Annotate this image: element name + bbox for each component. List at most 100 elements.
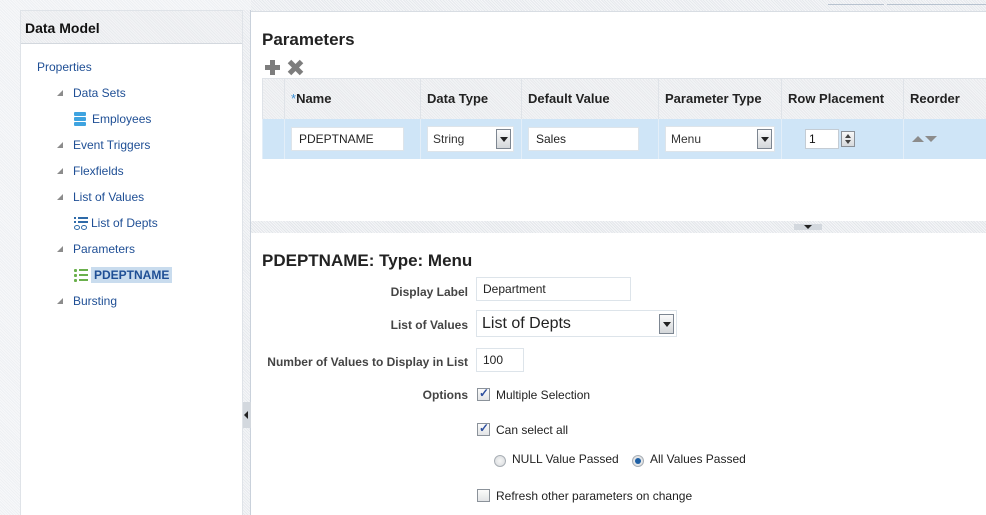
data-type-select[interactable]: String (427, 125, 514, 152)
parameter-detail-title: PDEPTNAME: Type: Menu (262, 251, 473, 270)
column-header-reorder[interactable]: Reorder (903, 78, 986, 119)
horizontal-splitter[interactable] (251, 221, 986, 233)
parameter-type-select[interactable]: Menu (665, 125, 775, 152)
column-label: Data Type (427, 91, 489, 107)
database-icon (74, 112, 86, 126)
column-header-name[interactable]: *Name (284, 78, 421, 119)
tab-indicator (828, 4, 884, 5)
parameter-detail-pane: PDEPTNAME: Type: Menu Display Label List… (251, 233, 986, 515)
multiple-selection-label[interactable]: Multiple Selection (496, 388, 590, 402)
select-value: Menu (671, 131, 702, 146)
tree-item-label: Data Sets (73, 86, 126, 100)
tree-item-parameters[interactable]: Parameters (57, 242, 135, 256)
tree-item-label: Employees (92, 112, 152, 126)
tree-item-label: Event Triggers (73, 138, 151, 152)
expand-triangle-icon[interactable] (57, 246, 63, 252)
select-value: List of Depts (482, 314, 571, 332)
list-of-values-select[interactable]: List of Depts (476, 310, 677, 337)
table-row[interactable]: String Menu 1 (262, 118, 986, 159)
expand-triangle-icon[interactable] (57, 90, 63, 96)
name-cell (284, 118, 421, 159)
tree-item-properties[interactable]: Properties (37, 60, 92, 74)
column-header-row-placement[interactable]: Row Placement (781, 78, 904, 119)
parameter-list-icon (74, 269, 88, 282)
spinner-arrows-icon[interactable] (841, 130, 855, 147)
tree-item-label: Bursting (73, 294, 118, 308)
expand-triangle-icon[interactable] (57, 298, 63, 304)
tree-item-pdeptname[interactable]: PDEPTNAME (74, 267, 173, 283)
expand-triangle-icon[interactable] (57, 168, 63, 174)
tree-item-label: List of Depts (91, 216, 158, 230)
row-selector-header (262, 78, 285, 119)
parameter-type-cell: Menu (658, 118, 782, 159)
chevron-down-icon[interactable] (496, 128, 511, 149)
null-value-passed-radio[interactable] (494, 455, 506, 467)
multiple-selection-checkbox[interactable] (477, 386, 490, 401)
can-select-all-checkbox[interactable] (477, 421, 490, 436)
parameters-toolbar (264, 59, 304, 76)
top-tab-strip (251, 0, 986, 12)
collapse-left-panel-handle[interactable] (243, 402, 251, 428)
list-of-values-icon (74, 216, 88, 230)
table-header-row: *Name Data Type Default Value Parameter … (262, 78, 986, 119)
column-label: Default Value (528, 91, 610, 107)
chevron-down-icon[interactable] (659, 313, 674, 334)
parameter-name-input[interactable] (291, 126, 404, 151)
column-header-default-value[interactable]: Default Value (521, 78, 659, 119)
column-label: Name (296, 91, 332, 107)
tree-item-list-of-values[interactable]: List of Values (57, 190, 144, 204)
chevron-down-icon[interactable] (757, 128, 772, 149)
tree-item-label: List of Values (73, 190, 145, 204)
tree-item-employees[interactable]: Employees (74, 112, 151, 126)
default-value-input[interactable] (528, 126, 639, 151)
null-value-passed-label[interactable]: NULL Value Passed (512, 452, 619, 466)
tree-item-label: PDEPTNAME (91, 267, 173, 283)
data-model-header: Data Model (21, 11, 242, 44)
reorder-cell (903, 118, 986, 159)
num-values-input[interactable] (476, 348, 524, 372)
expand-triangle-icon[interactable] (57, 142, 63, 148)
parameters-pane: Parameters *Name Data Type Default Value… (251, 12, 986, 221)
tree-item-list-of-depts[interactable]: List of Depts (74, 216, 158, 230)
row-placement-input[interactable]: 1 (805, 128, 839, 149)
vertical-splitter[interactable] (243, 10, 251, 515)
all-values-passed-radio[interactable] (632, 455, 644, 467)
list-of-values-label: List of Values (390, 318, 468, 332)
data-model-title: Data Model (25, 20, 100, 36)
expand-triangle-icon[interactable] (57, 194, 63, 200)
row-placement-cell: 1 (781, 118, 904, 159)
tree-item-label: Properties (37, 60, 92, 74)
refresh-other-parameters-label[interactable]: Refresh other parameters on change (496, 489, 692, 503)
options-label: Options (422, 388, 468, 402)
column-header-parameter-type[interactable]: Parameter Type (658, 78, 782, 119)
tree-item-label: Flexfields (73, 164, 124, 178)
row-placement-spinner[interactable]: 1 (805, 128, 903, 149)
reorder-controls (912, 135, 986, 142)
display-label-label: Display Label (390, 285, 468, 299)
all-values-passed-label[interactable]: All Values Passed (650, 452, 746, 466)
tree-item-label: Parameters (73, 242, 136, 256)
num-values-label: Number of Values to Display in List (267, 355, 468, 369)
column-label: Parameter Type (665, 91, 762, 107)
column-label: Reorder (910, 91, 960, 107)
tree-item-event-triggers[interactable]: Event Triggers (57, 138, 150, 152)
data-model-panel: Data Model Properties Data Sets Employee… (20, 10, 243, 515)
row-selector[interactable] (262, 118, 285, 159)
refresh-other-parameters-checkbox[interactable] (477, 489, 490, 502)
move-down-icon[interactable] (925, 135, 937, 142)
x-icon[interactable] (287, 59, 304, 76)
plus-icon[interactable] (264, 59, 281, 76)
move-up-icon[interactable] (912, 135, 924, 142)
parameters-table: *Name Data Type Default Value Parameter … (262, 78, 986, 159)
column-header-data-type[interactable]: Data Type (420, 78, 522, 119)
collapse-bottom-pane-handle[interactable] (794, 224, 822, 230)
default-value-cell (521, 118, 659, 159)
tree-item-bursting[interactable]: Bursting (57, 294, 117, 308)
display-label-input[interactable] (476, 277, 631, 301)
tree-item-data-sets[interactable]: Data Sets (57, 86, 126, 100)
tree-item-flexfields[interactable]: Flexfields (57, 164, 124, 178)
can-select-all-label[interactable]: Can select all (496, 423, 568, 437)
data-type-cell: String (420, 118, 522, 159)
parameters-title: Parameters (262, 30, 355, 49)
tab-indicator (887, 4, 986, 5)
